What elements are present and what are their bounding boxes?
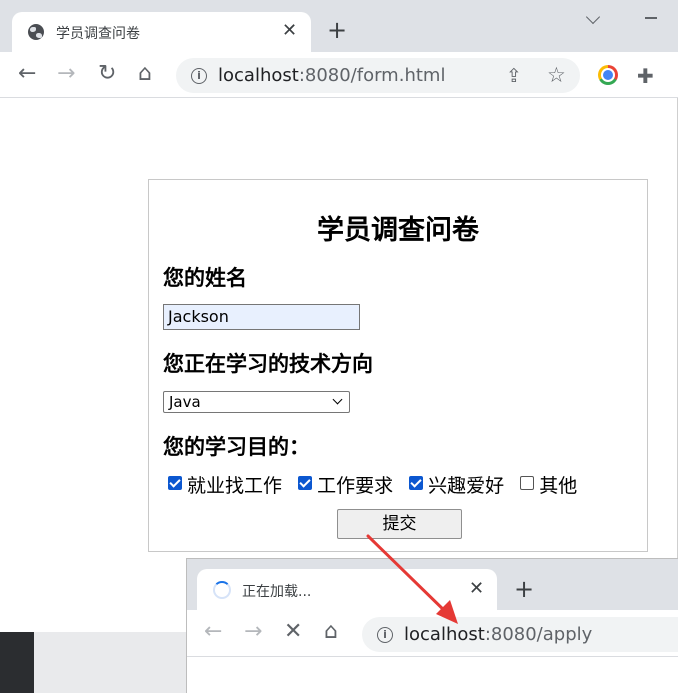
tab-form[interactable]: 学员调查问卷 ✕ [12,12,311,52]
submit-button[interactable]: 提交 [337,509,462,539]
close-tab-icon[interactable]: ✕ [282,20,297,42]
purpose-label: 您的学习目的： [163,435,310,459]
forward-button[interactable]: → [244,620,262,644]
tab-strip: 正在加载... ✕ + [187,559,678,610]
purpose-checkbox-group: 就业找工作 工作要求 兴趣爱好 其他 [168,471,587,498]
address-bar[interactable]: i localhost:8080/apply [362,617,678,652]
reload-button[interactable]: ↻ [98,62,116,86]
browser-window-apply: 正在加载... ✕ + ← → ✕ ⌂ i localhost:8080/app… [186,558,678,693]
name-label: 您的姓名 [163,266,247,290]
chrome-extension-icon[interactable] [598,65,618,85]
globe-icon [28,24,44,40]
bookmark-star-icon[interactable]: ☆ [547,63,566,87]
name-input[interactable]: Jackson [163,304,360,330]
home-button[interactable]: ⌂ [324,620,338,644]
info-icon[interactable]: i [191,68,207,84]
form-title: 学员调查问卷 [317,215,479,246]
toolbar: ← → ↻ ⌂ i localhost:8080/form.html ⇪ ☆ ✚ [0,52,678,98]
purpose-option-job[interactable]: 就业找工作 [168,475,282,497]
back-button[interactable]: ← [18,62,36,86]
url-text: localhost:8080/form.html [218,65,446,86]
tab-title: 学员调查问卷 [56,26,140,42]
forward-button[interactable]: → [57,62,75,86]
checkbox-checked[interactable] [168,476,182,490]
minimize-button[interactable] [645,17,657,19]
url-text: localhost:8080/apply [404,624,593,645]
purpose-option-other[interactable]: 其他 [520,475,577,497]
home-button[interactable]: ⌂ [138,62,152,86]
tab-title: 正在加载... [242,584,312,600]
direction-label: 您正在学习的技术方向 [163,352,373,376]
close-tab-icon[interactable]: ✕ [469,578,484,600]
purpose-option-interest[interactable]: 兴趣爱好 [409,475,504,497]
address-bar[interactable]: i localhost:8080/form.html ⇪ ☆ [176,58,580,93]
toolbar: ← → ✕ ⌂ i localhost:8080/apply [187,610,678,657]
checkbox-checked[interactable] [409,476,424,490]
stop-button[interactable]: ✕ [284,620,302,644]
browser-window-form: 学员调查问卷 ✕ + ← → ↻ ⌂ i localhost:8080/form… [0,0,678,632]
back-button[interactable]: ← [204,620,222,644]
loading-spinner-icon [213,581,231,599]
chevron-down-icon [332,394,343,405]
checkbox-checked[interactable] [298,476,313,490]
info-icon[interactable]: i [377,627,393,643]
survey-form: 学员调查问卷 您的姓名 Jackson 您正在学习的技术方向 Java 您的学习… [148,179,648,552]
share-icon[interactable]: ⇪ [506,65,522,87]
tab-strip: 学员调查问卷 ✕ + [0,0,678,52]
checkbox-unchecked[interactable] [520,476,535,490]
extensions-puzzle-icon[interactable]: ✚ [637,64,654,88]
background-window [34,632,186,693]
new-tab-button[interactable]: + [327,18,347,42]
chevron-down-icon[interactable] [585,9,601,25]
direction-select-value: Java [169,393,201,411]
new-tab-button[interactable]: + [514,577,534,601]
direction-select[interactable]: Java [163,391,350,413]
tab-loading[interactable]: 正在加载... ✕ [197,569,497,610]
purpose-option-work[interactable]: 工作要求 [298,475,393,497]
desktop-background [0,632,34,693]
